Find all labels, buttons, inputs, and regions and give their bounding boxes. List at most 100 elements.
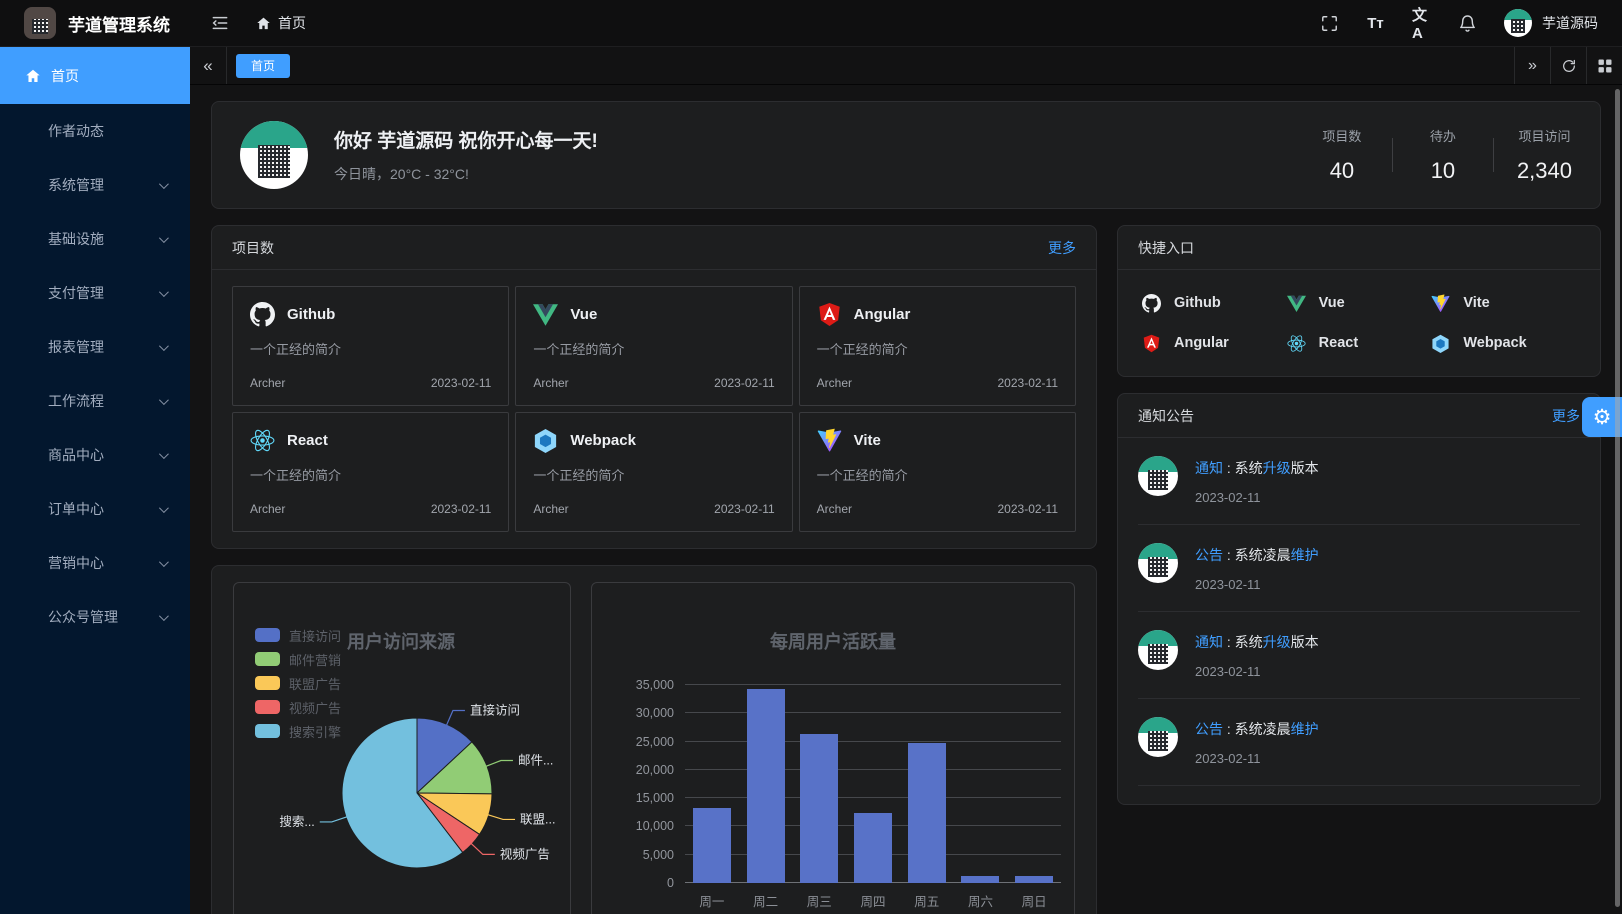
sidebar-item[interactable]: 工作流程 bbox=[0, 374, 190, 428]
sidebar-item[interactable]: 营销中心 bbox=[0, 536, 190, 590]
app-header: 芋道管理系统 首页 Tт 文A 芋道源码 bbox=[0, 0, 1622, 47]
app-logo[interactable]: 芋道管理系统 bbox=[24, 7, 170, 39]
charts-panel: 直接访问邮件营销联盟广告视频广告搜索引擎 用户访问来源 直接访问邮件...联盟.… bbox=[211, 565, 1097, 914]
project-desc: 一个正经的简介 bbox=[817, 465, 1058, 484]
notice-date: 2023-02-11 bbox=[1195, 490, 1319, 505]
project-name: Webpack bbox=[570, 432, 636, 449]
chevron-down-icon bbox=[159, 503, 169, 513]
project-name: Vue bbox=[570, 306, 597, 323]
user-menu[interactable]: 芋道源码 bbox=[1504, 9, 1598, 37]
chevron-down-icon bbox=[159, 287, 169, 297]
shortcut-item[interactable]: Vite bbox=[1431, 288, 1576, 318]
legend-item[interactable]: 邮件营销 bbox=[255, 652, 341, 666]
project-card[interactable]: Angular 一个正经的简介 Archer 2023-02-11 bbox=[799, 286, 1076, 406]
language-icon[interactable]: 文A bbox=[1412, 14, 1431, 33]
project-card[interactable]: React 一个正经的简介 Archer 2023-02-11 bbox=[232, 412, 509, 532]
shortcut-item[interactable]: Github bbox=[1142, 288, 1287, 318]
user-name: 芋道源码 bbox=[1542, 13, 1598, 33]
bell-icon[interactable] bbox=[1458, 14, 1477, 33]
sidebar-item[interactable]: 基础设施 bbox=[0, 212, 190, 266]
stat-value: 40 bbox=[1315, 158, 1369, 184]
sidebar-item-label: 营销中心 bbox=[48, 553, 104, 573]
shortcut-item[interactable]: Webpack bbox=[1431, 328, 1576, 358]
project-card[interactable]: Webpack 一个正经的简介 Archer 2023-02-11 bbox=[515, 412, 792, 532]
layout-grid-icon[interactable] bbox=[1586, 47, 1622, 84]
bar-slot bbox=[1007, 685, 1061, 883]
legend-item[interactable]: 联盟广告 bbox=[255, 676, 341, 690]
notice-title: 通知 : 系统升级版本 bbox=[1195, 632, 1319, 652]
sidebar-item[interactable]: 订单中心 bbox=[0, 482, 190, 536]
shortcut-icon bbox=[1287, 294, 1306, 313]
sidebar-item[interactable]: 系统管理 bbox=[0, 158, 190, 212]
shortcut-item[interactable]: Angular bbox=[1142, 328, 1287, 358]
tab-home[interactable]: 首页 bbox=[236, 54, 290, 78]
shortcut-item[interactable]: React bbox=[1287, 328, 1432, 358]
refresh-icon[interactable] bbox=[1550, 47, 1586, 84]
bar[interactable] bbox=[961, 876, 999, 883]
tabs-expand-icon[interactable]: » bbox=[1514, 47, 1550, 84]
shortcut-label: Angular bbox=[1174, 335, 1229, 351]
tabs-collapse-icon[interactable]: « bbox=[190, 47, 227, 84]
project-desc: 一个正经的简介 bbox=[250, 339, 491, 358]
project-card[interactable]: Github 一个正经的简介 Archer 2023-02-11 bbox=[232, 286, 509, 406]
sidebar-item-label: 作者动态 bbox=[48, 121, 104, 141]
shortcut-item[interactable]: Vue bbox=[1287, 288, 1432, 318]
fullscreen-icon[interactable] bbox=[1320, 14, 1339, 33]
notice-avatar bbox=[1138, 630, 1178, 670]
legend-item[interactable]: 视频广告 bbox=[255, 700, 341, 714]
notices-more-link[interactable]: 更多 bbox=[1552, 406, 1580, 426]
bar[interactable] bbox=[693, 808, 731, 883]
bar[interactable] bbox=[854, 813, 892, 883]
notice-item[interactable]: 通知 : 系统升级版本 2023-02-11 bbox=[1138, 612, 1580, 699]
sidebar-item[interactable]: 支付管理 bbox=[0, 266, 190, 320]
notice-item[interactable]: 公告 : 系统凌晨维护 2023-02-11 bbox=[1138, 699, 1580, 786]
sidebar-item[interactable]: 首页 bbox=[0, 47, 190, 104]
scrollbar[interactable] bbox=[1615, 89, 1620, 907]
bar-slot bbox=[739, 685, 793, 883]
sidebar-item-label: 支付管理 bbox=[48, 283, 104, 303]
sidebar-item-label: 系统管理 bbox=[48, 175, 104, 195]
app-title: 芋道管理系统 bbox=[68, 11, 170, 36]
bar-slot bbox=[954, 685, 1008, 883]
notice-item[interactable]: 公告 : 系统凌晨维护 2023-02-11 bbox=[1138, 525, 1580, 612]
project-date: 2023-02-11 bbox=[998, 376, 1059, 390]
project-author: Archer bbox=[817, 502, 852, 516]
bar[interactable] bbox=[800, 734, 838, 883]
bar-slot bbox=[846, 685, 900, 883]
breadcrumb[interactable]: 首页 bbox=[256, 13, 306, 33]
y-axis-tick-label: 10,000 bbox=[636, 819, 674, 833]
sidebar-item[interactable]: 商品中心 bbox=[0, 428, 190, 482]
bar[interactable] bbox=[747, 689, 785, 883]
project-card[interactable]: Vite 一个正经的简介 Archer 2023-02-11 bbox=[799, 412, 1076, 532]
shortcut-icon bbox=[1142, 334, 1161, 353]
y-axis-tick-label: 15,000 bbox=[636, 791, 674, 805]
legend-label: 视频广告 bbox=[289, 698, 341, 717]
font-size-icon[interactable]: Tт bbox=[1366, 14, 1385, 33]
chevron-down-icon bbox=[159, 341, 169, 351]
sidebar-fold-icon[interactable] bbox=[210, 13, 230, 33]
project-desc: 一个正经的简介 bbox=[250, 465, 491, 484]
legend-item[interactable]: 直接访问 bbox=[255, 628, 341, 642]
projects-more-link[interactable]: 更多 bbox=[1048, 238, 1076, 258]
notice-item[interactable]: 通知 : 系统升级版本 2023-02-11 bbox=[1138, 438, 1580, 525]
shortcut-label: React bbox=[1319, 335, 1359, 351]
sidebar-item[interactable]: 公众号管理 bbox=[0, 590, 190, 644]
project-desc: 一个正经的简介 bbox=[817, 339, 1058, 358]
bar[interactable] bbox=[1015, 876, 1053, 883]
project-author: Archer bbox=[250, 502, 285, 516]
sidebar-item[interactable]: 作者动态 bbox=[0, 104, 190, 158]
y-axis-tick-label: 35,000 bbox=[636, 678, 674, 692]
notice-title: 公告 : 系统凌晨维护 bbox=[1195, 545, 1319, 565]
legend-item[interactable]: 搜索引擎 bbox=[255, 724, 341, 738]
project-card[interactable]: Vue 一个正经的简介 Archer 2023-02-11 bbox=[515, 286, 792, 406]
gear-icon: ⚙ bbox=[1593, 405, 1612, 430]
sidebar-menu: 首页 作者动态 系统管理 基础设施 支付管理 报表管理 工作流程 商品中心 bbox=[0, 47, 190, 644]
notice-date: 2023-02-11 bbox=[1195, 751, 1319, 766]
x-axis-tick-label: 周六 bbox=[954, 891, 1008, 910]
legend-swatch bbox=[255, 676, 280, 690]
project-author: Archer bbox=[533, 376, 568, 390]
notice-avatar bbox=[1138, 717, 1178, 757]
sidebar-item[interactable]: 报表管理 bbox=[0, 320, 190, 374]
bar[interactable] bbox=[908, 743, 946, 883]
y-axis-tick-label: 30,000 bbox=[636, 706, 674, 720]
